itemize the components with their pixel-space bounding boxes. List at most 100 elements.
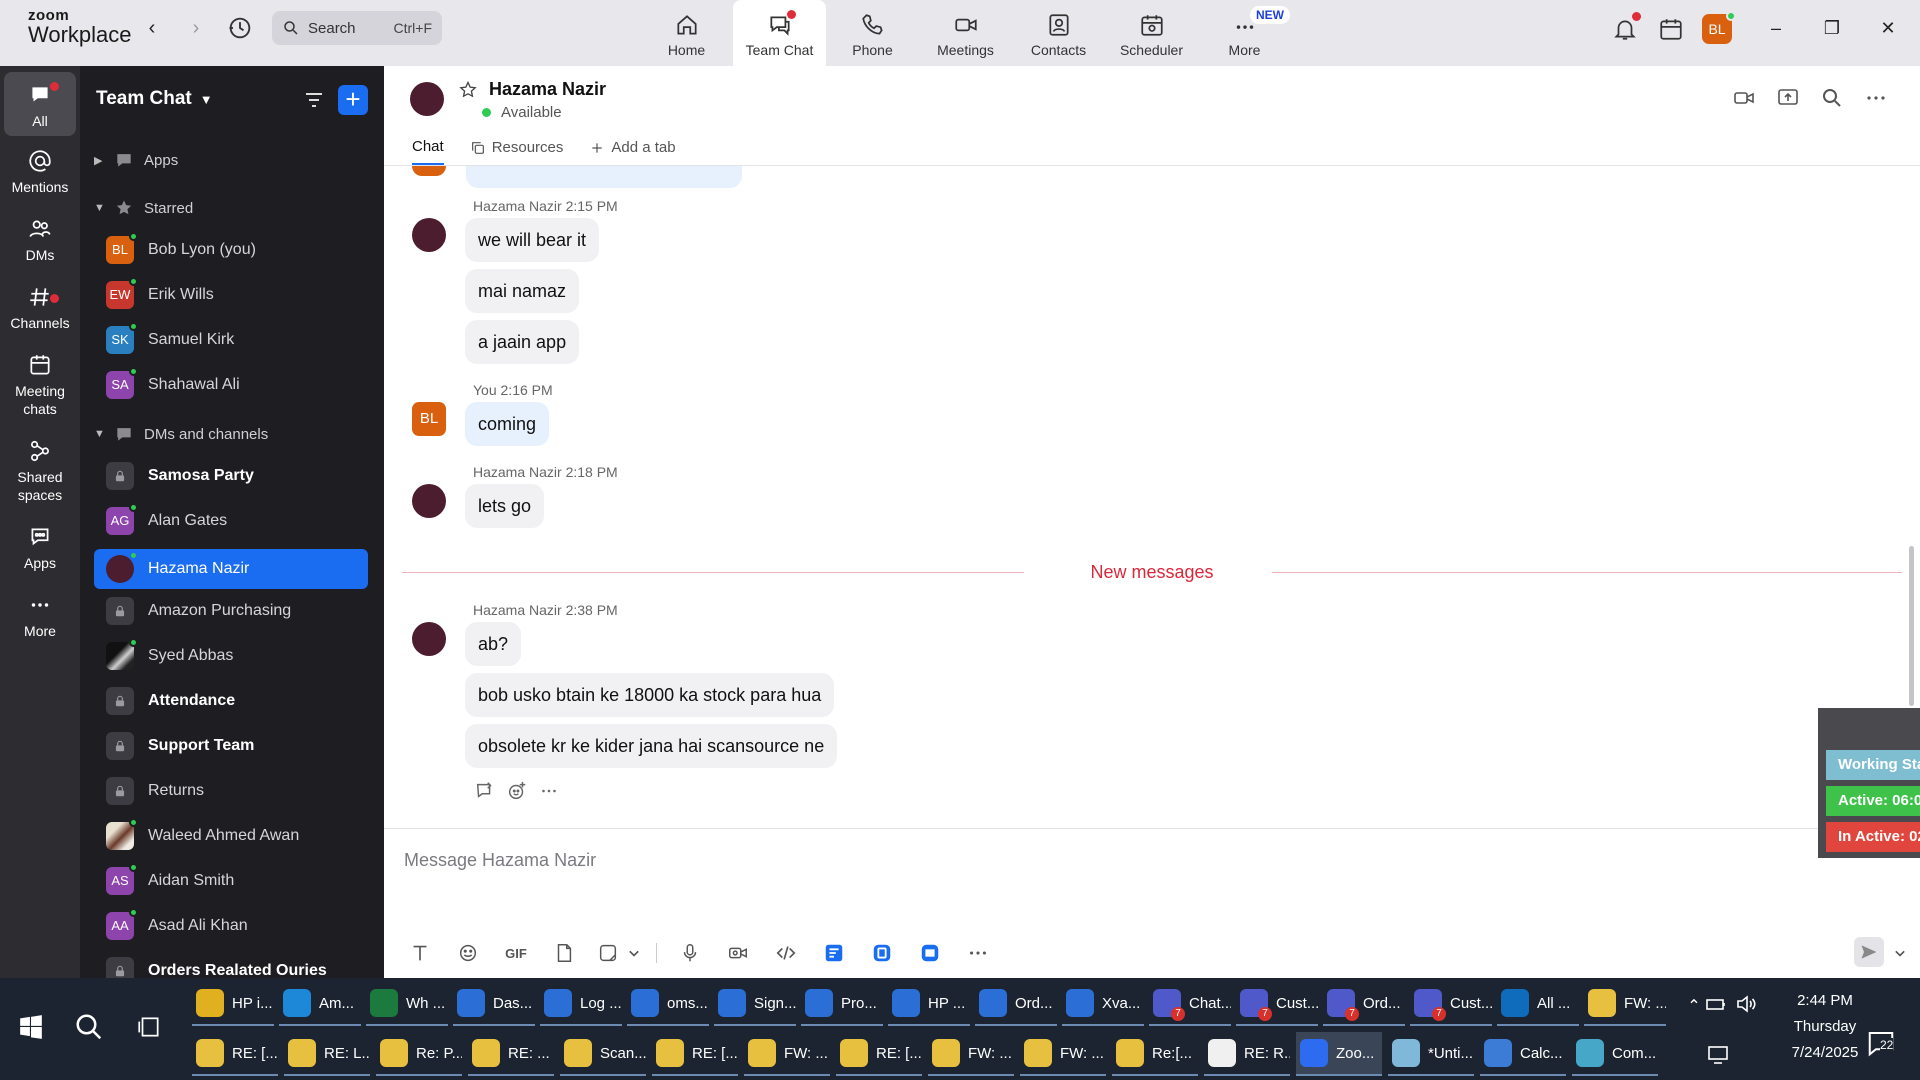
contact-avatar[interactable] bbox=[410, 82, 444, 116]
avatar[interactable] bbox=[412, 218, 446, 252]
history-icon[interactable] bbox=[226, 14, 254, 42]
star-outline-icon[interactable] bbox=[458, 80, 478, 100]
chevron-down-icon[interactable] bbox=[1890, 939, 1910, 967]
screenshot-button[interactable] bbox=[594, 939, 622, 967]
message-bubble[interactable]: we will bear it bbox=[465, 218, 600, 262]
battery-icon[interactable] bbox=[1704, 992, 1728, 1016]
windows-start-icon[interactable] bbox=[18, 1014, 44, 1040]
taskbar-item[interactable]: oms... bbox=[627, 982, 709, 1026]
tab-contacts[interactable]: Contacts bbox=[1012, 0, 1105, 66]
calendar-app-icon[interactable] bbox=[1658, 16, 1684, 42]
sidebar-item-amazon-purchasing[interactable]: Amazon Purchasing bbox=[94, 591, 368, 631]
more-options-icon[interactable] bbox=[1864, 86, 1888, 110]
avatar[interactable] bbox=[412, 622, 446, 656]
taskbar-item[interactable]: 7 Cust... bbox=[1236, 982, 1318, 1026]
message-input[interactable] bbox=[404, 845, 1504, 875]
task-view-icon[interactable] bbox=[136, 1014, 162, 1040]
sidebar-item-returns[interactable]: Returns bbox=[94, 771, 368, 811]
taskbar-item[interactable]: HP i... bbox=[192, 982, 274, 1026]
message-bubble[interactable]: coming bbox=[465, 402, 550, 446]
taskbar-item[interactable]: RE: [... bbox=[192, 1032, 278, 1076]
taskbar-item[interactable]: All ... bbox=[1497, 982, 1579, 1026]
video-call-icon[interactable] bbox=[1732, 86, 1756, 110]
rail-all[interactable]: All bbox=[4, 72, 76, 136]
taskbar-item[interactable]: 7 Cust... bbox=[1410, 982, 1492, 1026]
reply-icon[interactable] bbox=[474, 780, 496, 802]
forward-arrow-icon[interactable]: › bbox=[184, 16, 208, 40]
section-apps[interactable]: ▶ Apps bbox=[94, 150, 178, 170]
working-status-widget[interactable]: Working Sta Active: 06:0 In Active: 02 bbox=[1818, 708, 1920, 858]
file-button[interactable] bbox=[546, 939, 582, 967]
format-text-button[interactable] bbox=[402, 939, 438, 967]
search-icon[interactable] bbox=[1820, 86, 1844, 110]
taskbar-item[interactable]: *Unti... bbox=[1388, 1032, 1474, 1076]
sidebar-item-asad-ali-khan[interactable]: AA Asad Ali Khan bbox=[94, 906, 368, 946]
chevron-up-icon[interactable]: ⌃ bbox=[1682, 996, 1706, 1020]
taskbar-item[interactable]: Zoo... bbox=[1296, 1032, 1382, 1076]
filter-icon[interactable] bbox=[302, 88, 326, 112]
emoji-button[interactable] bbox=[450, 939, 486, 967]
rail-dms[interactable]: DMs bbox=[4, 216, 76, 264]
sidebar-item-support-team[interactable]: Support Team bbox=[94, 726, 368, 766]
message-bubble[interactable]: bob usko btain ke 18000 ka stock para hu… bbox=[465, 673, 835, 717]
minimize-icon[interactable]: – bbox=[1764, 16, 1788, 40]
sidebar-item-erik-wills[interactable]: EW Erik Wills bbox=[94, 275, 368, 315]
app-button-2[interactable] bbox=[864, 939, 900, 967]
tab-resources[interactable]: Resources bbox=[470, 138, 563, 165]
sidebar-title[interactable]: Team Chat ▼ bbox=[96, 88, 213, 110]
video-message-button[interactable] bbox=[720, 939, 756, 967]
taskbar-item[interactable]: Com... bbox=[1572, 1032, 1658, 1076]
message-bubble[interactable]: ab? bbox=[465, 622, 522, 666]
notifications-button[interactable]: 22 bbox=[1866, 1028, 1900, 1062]
section-starred[interactable]: ▼ Starred bbox=[94, 198, 193, 218]
message-bubble[interactable]: lets go bbox=[465, 484, 545, 528]
sidebar-item-syed-abbas[interactable]: Syed Abbas bbox=[94, 636, 368, 676]
taskbar-search-icon[interactable] bbox=[74, 1012, 104, 1042]
taskbar-item[interactable]: Log ... bbox=[540, 982, 622, 1026]
restore-icon[interactable]: ❐ bbox=[1820, 16, 1844, 40]
taskbar-item[interactable]: Pro... bbox=[801, 982, 883, 1026]
rail-more[interactable]: More bbox=[4, 592, 76, 640]
tab-chat[interactable]: Chat bbox=[412, 138, 444, 165]
sidebar-item-shahawal-ali[interactable]: SA Shahawal Ali bbox=[94, 365, 368, 405]
new-chat-button[interactable]: + bbox=[338, 85, 368, 115]
taskbar-item[interactable]: Xva... bbox=[1062, 982, 1144, 1026]
user-avatar[interactable]: BL bbox=[1702, 11, 1736, 44]
taskbar-item[interactable]: Am... bbox=[279, 982, 361, 1026]
taskbar-item[interactable]: RE: [... bbox=[652, 1032, 738, 1076]
taskbar-item[interactable]: FW: ... bbox=[1020, 1032, 1106, 1076]
taskbar-item[interactable]: RE: R... bbox=[1204, 1032, 1290, 1076]
sidebar-item-samosa-party[interactable]: Samosa Party bbox=[94, 456, 368, 496]
taskbar-item[interactable]: Wh ... bbox=[366, 982, 448, 1026]
taskbar-item[interactable]: RE: ... bbox=[468, 1032, 554, 1076]
message-scrollbar[interactable] bbox=[1906, 166, 1916, 726]
app-button-1[interactable] bbox=[816, 939, 852, 967]
rail-apps[interactable]: Apps bbox=[4, 524, 76, 572]
taskbar-item[interactable]: Sign... bbox=[714, 982, 796, 1026]
volume-icon[interactable] bbox=[1734, 992, 1758, 1016]
taskbar-item[interactable]: Das... bbox=[453, 982, 535, 1026]
message-bubble[interactable]: mai namaz bbox=[465, 269, 580, 313]
sidebar-item-bob-lyon[interactable]: BL Bob Lyon (you) bbox=[94, 230, 368, 270]
tab-phone[interactable]: Phone bbox=[826, 0, 919, 66]
add-tab-button[interactable]: Add a tab bbox=[589, 138, 676, 165]
taskbar-item[interactable]: Re: P... bbox=[376, 1032, 462, 1076]
tab-more[interactable]: NEW More bbox=[1198, 0, 1291, 66]
tab-team-chat[interactable]: Team Chat bbox=[733, 0, 826, 66]
emoji-add-icon[interactable] bbox=[506, 780, 528, 802]
close-icon[interactable]: ✕ bbox=[1876, 16, 1900, 40]
contact-name[interactable]: Hazama Nazir bbox=[489, 79, 606, 100]
code-snippet-button[interactable] bbox=[768, 939, 804, 967]
taskbar-item[interactable]: 7 Chat... bbox=[1149, 982, 1231, 1026]
chevron-down-icon[interactable] bbox=[624, 939, 644, 967]
app-button-3[interactable] bbox=[912, 939, 948, 967]
taskbar-item[interactable]: RE: [... bbox=[836, 1032, 922, 1076]
tab-home[interactable]: Home bbox=[640, 0, 733, 66]
search-box[interactable]: Search Ctrl+F bbox=[272, 11, 442, 45]
sidebar-item-waleed-ahmed-awan[interactable]: Waleed Ahmed Awan bbox=[94, 816, 368, 856]
rail-meeting-chats[interactable]: Meeting chats bbox=[4, 352, 76, 418]
taskbar-item[interactable]: HP ... bbox=[888, 982, 970, 1026]
audio-message-button[interactable] bbox=[672, 939, 708, 967]
gif-button[interactable]: GIF bbox=[498, 939, 534, 967]
taskbar-item[interactable]: 7 Ord... bbox=[1323, 982, 1405, 1026]
